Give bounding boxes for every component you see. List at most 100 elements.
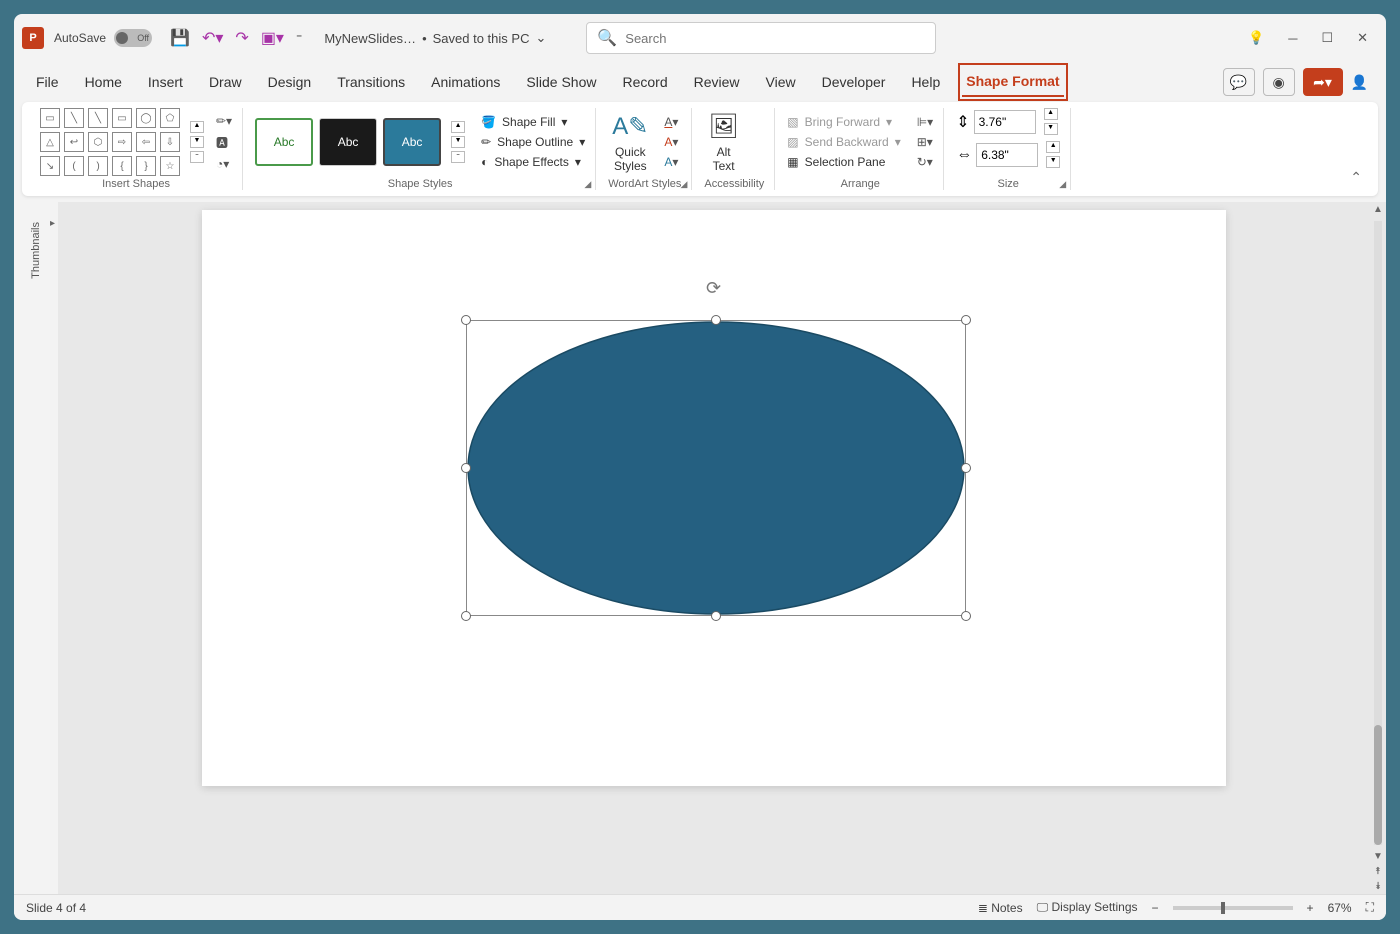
shape-gallery-scroll[interactable]: ▲ ▼ ⁼ [190,121,204,163]
resize-handle[interactable] [961,463,971,473]
text-box-button[interactable]: 🅰 [216,134,232,151]
spin-up-icon[interactable]: ▲ [1046,141,1060,153]
scroll-track[interactable] [1374,221,1382,845]
tab-record[interactable]: Record [618,68,671,96]
dialog-launcher-icon[interactable]: ◢ [584,179,591,190]
resize-handle[interactable] [461,611,471,621]
text-effects-button[interactable]: A▾ [664,155,678,169]
dialog-launcher-icon[interactable]: ◢ [680,179,687,190]
close-icon[interactable]: ✕ [1357,30,1368,46]
minimize-icon[interactable]: ─ [1288,31,1297,46]
resize-handle[interactable] [461,463,471,473]
toggle-switch[interactable]: Off [114,29,152,47]
vertical-scrollbar[interactable]: ▲ ▼ ⯭ ⯯ [1370,202,1386,894]
down-arrow-icon[interactable]: ▼ [451,136,465,148]
tab-developer[interactable]: Developer [818,68,890,96]
display-settings-button[interactable]: 🖵 Display Settings [1037,900,1138,915]
maximize-icon[interactable]: ☐ [1321,30,1333,46]
zoom-out-icon[interactable]: − [1152,901,1159,915]
prev-slide-icon[interactable]: ⯭ [1373,864,1383,879]
dialog-launcher-icon[interactable]: ◢ [1059,179,1066,190]
send-backward-button[interactable]: ▨Send Backward ▾ [787,135,900,149]
up-arrow-icon[interactable]: ▲ [190,121,204,133]
present-icon[interactable]: ▣▾ [261,28,284,48]
tab-home[interactable]: Home [81,68,126,96]
thumbnail-strip[interactable]: ▸ Thumbnails [14,202,58,894]
shape-style-2[interactable]: Abc [319,118,377,166]
zoom-thumb[interactable] [1221,902,1225,914]
slide-counter[interactable]: Slide 4 of 4 [26,901,86,915]
resize-handle[interactable] [711,315,721,325]
resize-handle[interactable] [461,315,471,325]
more-icon[interactable]: ⁼ [451,151,465,163]
comments-button[interactable]: 💬 [1223,68,1255,96]
alt-text-button[interactable]: 🖼 Alt Text [704,110,742,175]
spin-down-icon[interactable]: ▼ [1044,123,1058,135]
scroll-down-icon[interactable]: ▼ [1371,849,1385,864]
slide[interactable]: ⟳ [202,210,1226,786]
tab-file[interactable]: File [32,68,63,96]
up-arrow-icon[interactable]: ▲ [451,121,465,133]
autosave-toggle[interactable]: AutoSave Off [54,29,152,47]
fit-to-window-icon[interactable]: ⛶ [1366,900,1374,915]
down-arrow-icon[interactable]: ▼ [190,136,204,148]
camera-button[interactable]: ◉ [1263,68,1295,96]
tab-animations[interactable]: Animations [427,68,504,96]
height-input[interactable] [974,110,1036,134]
save-icon[interactable]: 💾 [170,28,190,48]
tab-view[interactable]: View [762,68,800,96]
scroll-up-icon[interactable]: ▲ [1371,202,1385,217]
chevron-down-icon[interactable]: ⌄ [535,30,546,46]
notes-button[interactable]: ≣ Notes [978,901,1023,915]
shape-gallery[interactable]: ▭╲╲▭◯⬠ △↩⬡⇨⇦⇩ ↘(){}☆ [40,108,180,176]
style-gallery-scroll[interactable]: ▲ ▼ ⁼ [451,121,465,163]
tab-help[interactable]: Help [907,68,944,96]
tab-slide-show[interactable]: Slide Show [522,68,600,96]
edit-shape-button[interactable]: ✏▾ [216,114,232,128]
zoom-slider[interactable] [1173,906,1293,910]
qat-more-icon[interactable]: ⁼ [296,31,302,45]
quick-styles-button[interactable]: A✎ Quick Styles [608,110,652,175]
account-icon[interactable]: 👤 [1351,74,1368,91]
shape-style-1[interactable]: Abc [255,118,313,166]
selected-shape[interactable]: ⟳ [466,320,966,616]
shape-fill-button[interactable]: 🪣Shape Fill▾ [481,115,585,129]
resize-handle[interactable] [961,315,971,325]
group-button[interactable]: ⊞▾ [917,135,933,149]
shape-outline-button[interactable]: ✏Shape Outline▾ [481,135,585,149]
text-outline-button[interactable]: A▾ [664,135,678,149]
more-icon[interactable]: ⁼ [190,151,204,163]
rotate-button[interactable]: ↻▾ [917,155,933,169]
resize-handle[interactable] [711,611,721,621]
tab-review[interactable]: Review [690,68,744,96]
canvas-area[interactable]: ⟳ [58,202,1370,894]
spin-down-icon[interactable]: ▼ [1046,156,1060,168]
zoom-level[interactable]: 67% [1328,901,1352,915]
spin-up-icon[interactable]: ▲ [1044,108,1058,120]
selection-pane-button[interactable]: ▦Selection Pane [787,155,900,169]
zoom-in-icon[interactable]: + [1307,901,1314,915]
search-input[interactable] [625,31,925,46]
lightbulb-icon[interactable]: 💡 [1248,30,1264,46]
align-button[interactable]: ⊫▾ [917,115,933,129]
tab-shape-format[interactable]: Shape Format [962,67,1063,97]
next-slide-icon[interactable]: ⯯ [1373,879,1383,894]
scroll-thumb[interactable] [1374,725,1382,845]
tab-insert[interactable]: Insert [144,68,187,96]
merge-shapes-button[interactable]: ◔▾ [216,157,232,171]
document-title-area[interactable]: MyNewSlides… • Saved to this PC ⌄ [324,30,546,46]
tab-transitions[interactable]: Transitions [333,68,409,96]
rotate-handle-icon[interactable]: ⟳ [706,278,721,299]
bring-forward-button[interactable]: ▧Bring Forward ▾ [787,115,900,129]
collapse-ribbon-icon[interactable]: ⌃ [1350,169,1370,186]
resize-handle[interactable] [961,611,971,621]
text-fill-button[interactable]: A▾ [664,115,678,129]
search-box[interactable]: 🔍 [586,22,936,54]
redo-icon[interactable]: ↷ [235,28,248,48]
undo-icon[interactable]: ↶▾ [202,28,223,48]
width-input[interactable] [976,143,1038,167]
shape-effects-button[interactable]: ◐Shape Effects▾ [481,155,585,169]
expand-thumbnails-icon[interactable]: ▸ [50,218,55,229]
tab-draw[interactable]: Draw [205,68,246,96]
tab-design[interactable]: Design [264,68,316,96]
